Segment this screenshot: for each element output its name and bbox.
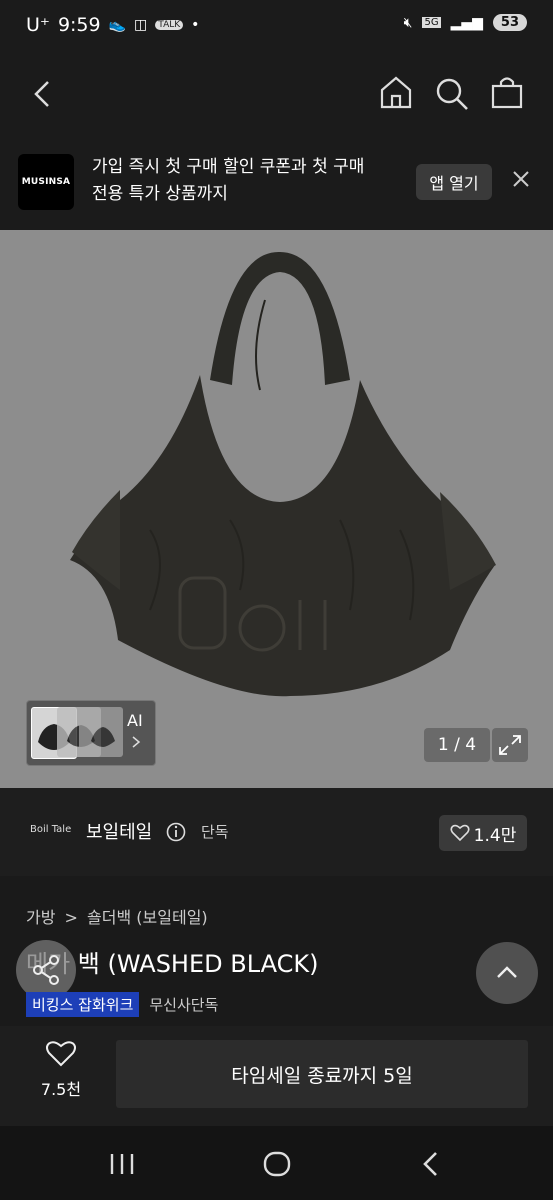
system-nav-bar — [0, 1126, 553, 1200]
close-icon[interactable] — [512, 170, 530, 188]
brand-like-count: 1.4만 — [473, 825, 517, 846]
network-label: 5G — [422, 17, 441, 28]
product-tags: 비킹스 잡화위크 무신사단독 — [26, 992, 218, 1017]
ai-label: AI — [127, 711, 143, 730]
shopping-bag-icon[interactable] — [490, 74, 524, 110]
expand-button[interactable] — [492, 728, 528, 762]
share-button[interactable] — [16, 940, 76, 1000]
exclusive-label: 단독 — [201, 823, 229, 841]
app-install-banner: MUSINSA 가입 즉시 첫 구매 할인 쿠폰과 첫 구매 전용 특가 상품까… — [0, 132, 553, 230]
musinsa-logo: MUSINSA — [18, 154, 74, 210]
image-counter: 1 / 4 — [424, 728, 490, 762]
scroll-top-button[interactable] — [476, 942, 538, 1004]
brand-logo[interactable]: Boil Tale — [30, 824, 71, 835]
home-button-icon[interactable] — [262, 1150, 292, 1178]
home-icon[interactable] — [378, 74, 414, 110]
talk-icon: TALK — [155, 20, 184, 30]
breadcrumb-subcategory[interactable]: 숄더백 (보일테일) — [87, 908, 208, 927]
top-nav — [0, 56, 553, 132]
brand-like-button[interactable]: 1.4만 — [439, 815, 527, 851]
thumbnail-3[interactable] — [79, 707, 123, 757]
chevron-left-icon[interactable] — [30, 78, 56, 110]
carrier-label: U⁺ — [26, 14, 50, 36]
back-button-icon[interactable] — [420, 1150, 442, 1178]
recent-apps-icon[interactable] — [108, 1152, 136, 1176]
status-bar: U⁺ 9:59 👟 ◫ TALK • 🔇︎ 5G ▂▄▆ 53 — [0, 0, 553, 56]
time-sale-button[interactable]: 타임세일 종료까지 5일 — [116, 1040, 528, 1108]
open-app-button[interactable]: 앱 열기 — [416, 164, 492, 200]
expand-icon — [499, 735, 521, 755]
wishlist-button[interactable]: 7.5천 — [36, 1040, 86, 1100]
clock: 9:59 — [57, 14, 101, 36]
shoe-icon: 👟 — [108, 17, 127, 33]
event-tag[interactable]: 비킹스 잡화위크 — [26, 992, 140, 1017]
info-icon[interactable] — [166, 822, 186, 842]
mute-icon: 🔇︎ — [403, 14, 413, 31]
banner-message: 가입 즉시 첫 구매 할인 쿠폰과 첫 구매 전용 특가 상품까지 — [92, 157, 365, 204]
exclusive-tag: 무신사단독 — [149, 996, 219, 1014]
brand-name[interactable]: 보일테일 — [86, 818, 152, 844]
wishlist-count: 7.5천 — [40, 1080, 82, 1099]
breadcrumb: 가방 > 숄더백 (보일테일) — [26, 904, 208, 928]
heart-icon — [450, 824, 470, 842]
breadcrumb-category[interactable]: 가방 — [26, 908, 55, 927]
search-icon[interactable] — [434, 76, 470, 112]
share-icon — [33, 955, 59, 985]
screenshot-icon: ◫ — [134, 17, 148, 33]
heart-icon — [46, 1041, 76, 1067]
signal-icon: ▂▄▆ — [450, 14, 483, 31]
bottom-action-bar: 7.5천 타임세일 종료까지 5일 — [0, 1026, 553, 1126]
battery-indicator: 53 — [492, 14, 527, 31]
chevron-right-icon — [132, 736, 141, 748]
product-image-gallery[interactable]: AI 1 / 4 — [0, 230, 553, 788]
thumbnail-strip[interactable]: AI — [26, 700, 156, 766]
notification-dot: • — [191, 17, 200, 33]
brand-row: Boil Tale 보일테일 단독 1.4만 — [0, 788, 553, 876]
breadcrumb-separator: > — [64, 908, 78, 927]
chevron-up-icon — [497, 966, 517, 978]
